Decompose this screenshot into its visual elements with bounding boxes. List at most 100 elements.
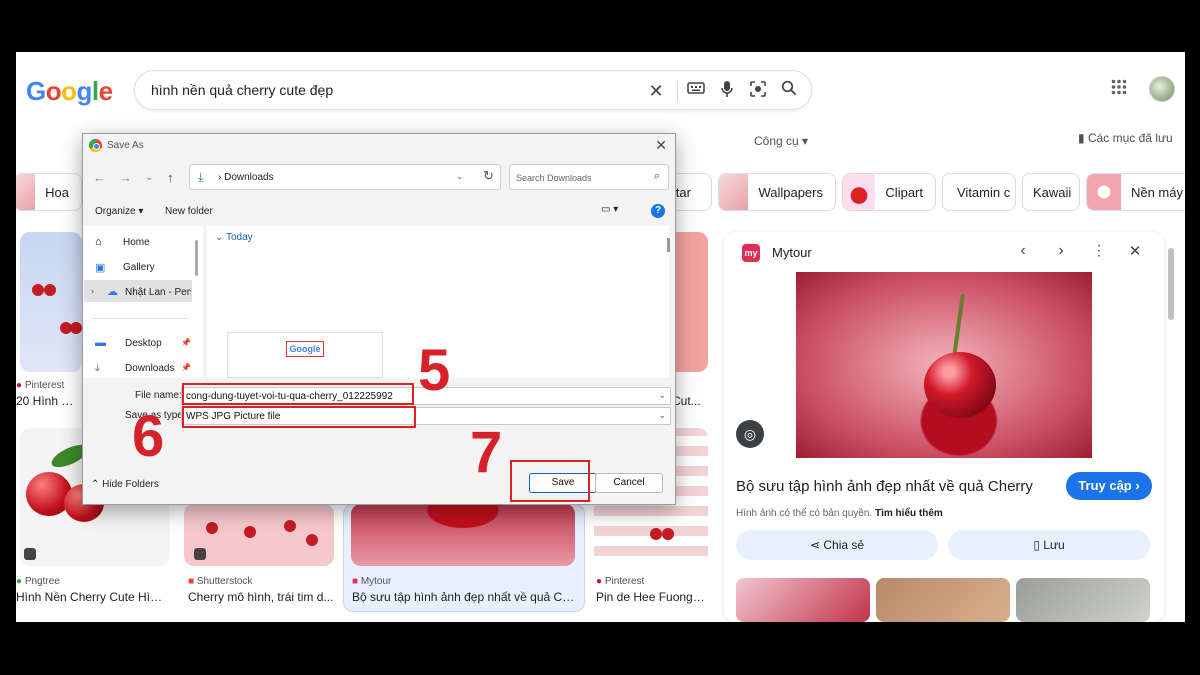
divider	[91, 318, 189, 319]
view-options-icon[interactable]: ▭ ▾	[601, 204, 618, 215]
result-title[interactable]: Cherry mô hình, trái tim d...	[188, 590, 334, 604]
chip-wallpapers[interactable]: Wallpapers	[718, 173, 836, 211]
image-badge-icon	[194, 548, 206, 560]
microphone-icon[interactable]	[716, 80, 738, 102]
save-to-collection-button[interactable]: ▯ Lưu	[948, 530, 1150, 560]
more-options-icon[interactable]: ⋮	[1088, 242, 1110, 259]
chip-thumbnail	[719, 174, 749, 210]
back-icon[interactable]: ←	[93, 170, 106, 185]
preview-image[interactable]	[796, 272, 1092, 458]
mytour-logo: my	[742, 244, 760, 262]
cherry-decoration	[650, 528, 662, 540]
chrome-icon	[89, 139, 102, 152]
save-as-dialog: Save As ✕ ← → ⌄ ↑ ⤓ › Downloads ⌄ ↻ Sear…	[82, 133, 676, 505]
bookmark-icon: ▯	[1033, 538, 1040, 552]
related-image[interactable]	[876, 578, 1010, 622]
new-folder-button[interactable]: New folder	[165, 206, 213, 217]
copyright-notice: Hình ảnh có thể có bản quyền. Tìm hiểu t…	[736, 508, 943, 519]
cherry-decoration	[70, 322, 82, 334]
cherry-fruit	[924, 352, 996, 418]
tools-menu[interactable]: Công cụ ▾	[754, 134, 808, 148]
bookmark-icon: ▮	[1078, 131, 1085, 145]
nav-item-gallery[interactable]: Gallery	[123, 262, 155, 273]
up-icon[interactable]: ↑	[167, 170, 174, 185]
search-icon[interactable]	[778, 80, 800, 102]
account-avatar[interactable]	[1149, 76, 1175, 102]
result-source: ■ Shutterstock	[188, 576, 253, 587]
navigation-pane: ⌂ Home ▣ Gallery › ☁ Nhật Lan - Perso ▬ …	[83, 226, 203, 378]
nav-item-onedrive[interactable]: Nhật Lan - Perso	[125, 287, 191, 298]
highlight-save-button	[510, 460, 590, 502]
search-downloads-field[interactable]: Search Downloads ⌕	[509, 164, 669, 190]
chevron-down-icon[interactable]: ⌄	[456, 171, 464, 182]
visit-button[interactable]: Truy cập ›	[1066, 472, 1152, 500]
file-name-label: File name:	[135, 390, 182, 401]
forward-icon[interactable]: →	[119, 170, 132, 185]
result-image[interactable]	[20, 232, 82, 372]
lens-icon[interactable]	[747, 80, 769, 102]
related-image[interactable]	[1016, 578, 1150, 622]
step-number-7: 7	[470, 420, 503, 485]
dialog-titlebar[interactable]: Save As ✕	[83, 134, 675, 158]
preview-title[interactable]: Bộ sưu tập hình ảnh đẹp nhất về quả Cher…	[736, 478, 1033, 495]
result-source: ● Pngtree	[16, 576, 60, 587]
close-icon[interactable]: ✕	[1124, 242, 1146, 260]
nav-item-home[interactable]: Home	[123, 237, 150, 248]
close-icon[interactable]: ✕	[655, 137, 667, 154]
learn-more-link[interactable]: Tìm hiểu thêm	[875, 508, 943, 519]
nav-item-desktop[interactable]: Desktop	[125, 338, 162, 349]
chip-kawaii[interactable]: Kawaii	[1022, 173, 1080, 211]
cherry-decoration	[206, 522, 218, 534]
previous-icon[interactable]: ‹	[1012, 242, 1034, 260]
clear-icon[interactable]: ✕	[645, 80, 667, 102]
hide-folders-toggle[interactable]: ⌃ Hide Folders	[91, 479, 159, 490]
chip-vitamin-c[interactable]: Vitamin c	[942, 173, 1016, 211]
help-icon[interactable]: ?	[651, 204, 665, 218]
google-logo[interactable]: Google	[26, 76, 113, 107]
nav-scrollbar[interactable]	[195, 240, 198, 276]
share-icon: ⋖	[809, 538, 821, 552]
result-title[interactable]: Pin de Hee Fuong ...	[596, 590, 706, 604]
chevron-down-icon: ▾	[802, 134, 809, 148]
result-image[interactable]	[351, 504, 575, 566]
share-button[interactable]: ⋖ Chia sẻ	[736, 530, 938, 560]
step-number-6: 6	[132, 404, 165, 469]
home-icon: ⌂	[95, 236, 102, 248]
chip-clipart[interactable]: Clipart	[842, 173, 936, 211]
cherry-decoration	[244, 526, 256, 538]
apps-grid-icon[interactable]	[1111, 79, 1127, 100]
panel-source-name[interactable]: Mytour	[772, 245, 812, 260]
result-title[interactable]: Bộ sưu tập hình ảnh đẹp nhất về quả Che.…	[352, 590, 578, 604]
cancel-button[interactable]: Cancel	[595, 473, 663, 493]
search-bar[interactable]: hình nền quả cherry cute đẹp ✕	[134, 70, 812, 110]
result-title[interactable]: Hình Nền Cherry Cute Hình...	[16, 590, 168, 604]
panel-scrollbar[interactable]	[1168, 248, 1174, 320]
address-bar[interactable]: ⤓ › Downloads ⌄ ↻	[189, 164, 501, 190]
saved-items-link[interactable]: ▮ Các mục đã lưu	[1078, 131, 1173, 145]
chip-hoa[interactable]: Hoa	[16, 173, 82, 211]
group-header-today[interactable]: ⌄ Today	[215, 232, 253, 243]
chevron-down-icon[interactable]: ⌄	[658, 410, 666, 421]
file-thumbnail[interactable]: Google	[227, 332, 383, 378]
dialog-title: Save As	[107, 140, 144, 151]
nav-item-downloads[interactable]: Downloads	[125, 363, 174, 374]
search-placeholder: Search Downloads	[516, 173, 592, 183]
result-image[interactable]	[184, 504, 334, 566]
cherry-decoration	[306, 534, 318, 546]
refresh-icon[interactable]: ↻	[483, 168, 494, 184]
recent-locations-icon[interactable]: ⌄	[145, 172, 153, 183]
chevron-down-icon[interactable]: ⌄	[658, 390, 666, 401]
organize-menu[interactable]: Organize ▾	[95, 206, 143, 217]
file-list-scrollbar[interactable]	[667, 238, 670, 252]
related-image[interactable]	[736, 578, 870, 622]
lens-search-icon[interactable]: ◎	[736, 420, 764, 448]
result-title[interactable]: Cut...	[672, 394, 708, 408]
search-input[interactable]: hình nền quả cherry cute đẹp	[151, 82, 333, 98]
keyboard-icon[interactable]	[685, 80, 707, 102]
result-title[interactable]: 20 Hình nền c...	[16, 394, 80, 408]
chevron-right-icon[interactable]: ›	[91, 286, 94, 296]
chip-nen-may[interactable]: Nền máy	[1086, 173, 1185, 211]
divider	[677, 81, 678, 101]
cloud-icon: ☁	[107, 286, 118, 298]
next-icon[interactable]: ›	[1050, 242, 1072, 260]
